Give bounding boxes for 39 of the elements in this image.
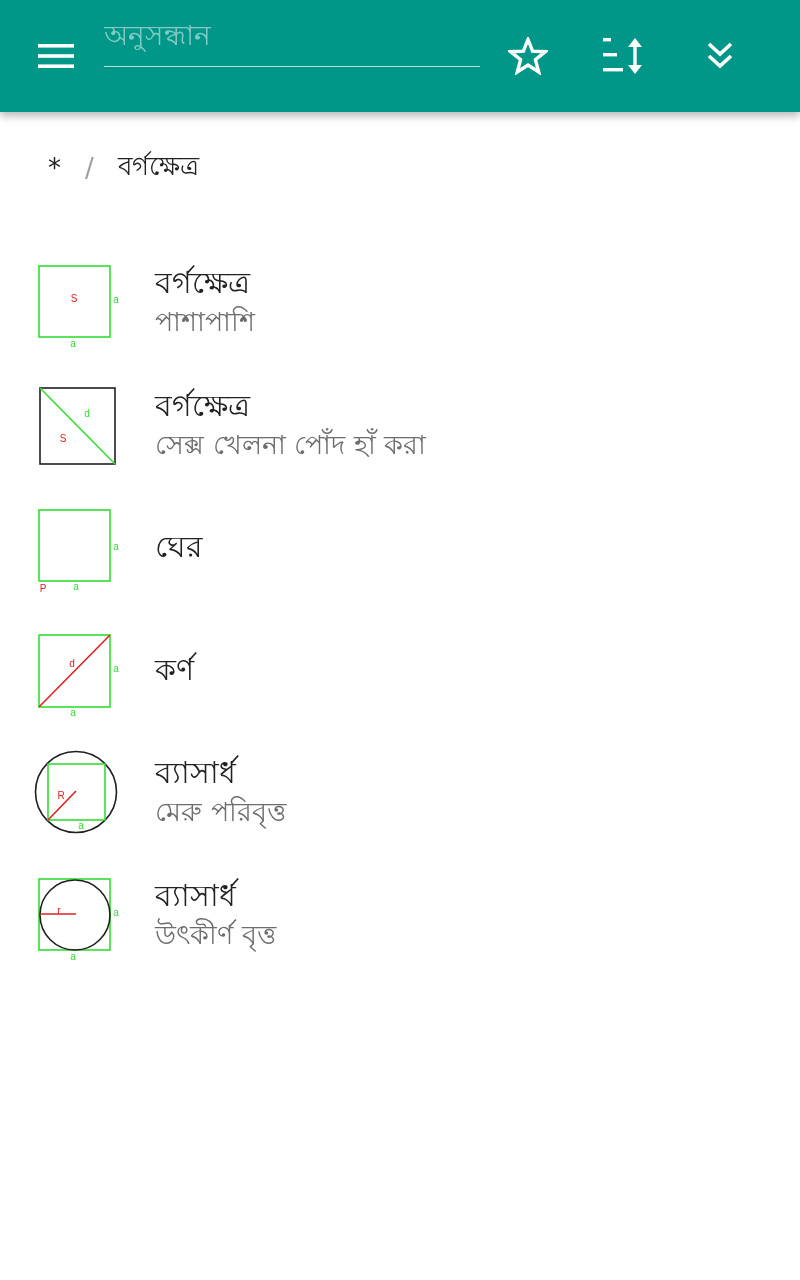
side-label: a — [113, 293, 119, 305]
list-item[interactable]: d S বর্গক্ষেত্র সেক্স খেলনা পোঁদ হাঁ করা — [0, 363, 800, 486]
side-label: a — [70, 950, 76, 962]
side-label: a — [78, 819, 84, 831]
list-item[interactable]: S a a বর্গক্ষেত্র পাশাপাশি — [0, 241, 800, 364]
sort-icon — [603, 38, 645, 74]
side-label: a — [73, 580, 79, 592]
list-item[interactable]: d a a কর্ণ — [0, 608, 800, 731]
breadcrumb-separator: / — [85, 153, 94, 183]
side-label: a — [70, 706, 76, 718]
star-icon — [508, 37, 548, 75]
perimeter-label: P — [39, 582, 47, 594]
item-subtitle: মেরু পরিবৃত্ত — [155, 795, 286, 831]
item-title: বর্গক্ষেত্র — [155, 386, 252, 425]
double-chevron-down-icon — [707, 42, 733, 70]
item-subtitle: সেক্স খেলনা পোঁদ হাঁ করা — [155, 427, 427, 462]
side-label: a — [113, 540, 119, 552]
list-item[interactable]: r a a ব্যাসার্ধ উৎকীর্ণ বৃত্ত — [0, 853, 800, 976]
item-subtitle: পাশাপাশি — [155, 305, 255, 340]
item-title: ব্যাসার্ধ — [155, 753, 286, 794]
item-subtitle: উৎকীর্ণ বৃত্ত — [155, 917, 276, 954]
area-label: S — [59, 432, 67, 444]
menu-icon — [38, 44, 74, 68]
list-item[interactable]: R a ব্যাসার্ধ মেরু পরিবৃত্ত — [0, 731, 800, 854]
side-label: a — [70, 337, 76, 349]
diagonal-label: d — [84, 407, 90, 419]
side-label: a — [113, 662, 119, 674]
breadcrumb-link[interactable]: * — [48, 153, 61, 183]
breadcrumb-link[interactable]: বর্গক্ষেত্র — [117, 146, 199, 190]
side-label: a — [113, 906, 119, 918]
item-title: ব্যাসার্ধ — [155, 875, 276, 916]
search-field[interactable]: অনুসন্ধান — [104, 16, 480, 67]
radius-label: R — [57, 789, 65, 801]
radius-label: r — [57, 904, 61, 916]
item-title: ঘের — [155, 528, 203, 567]
diagonal-label: d — [69, 657, 75, 669]
item-title: বর্গক্ষেত্র — [155, 264, 252, 303]
area-label: S — [70, 292, 78, 304]
list-item[interactable]: a P a ঘের — [0, 486, 800, 609]
